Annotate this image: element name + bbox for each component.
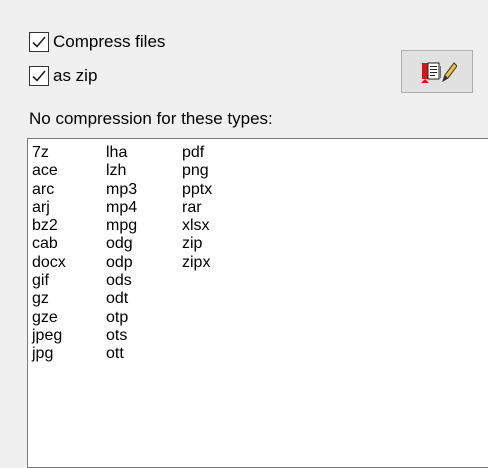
edit-types-button[interactable] [401, 50, 473, 93]
list-item[interactable]: zip [182, 235, 212, 253]
list-item[interactable]: zipx [182, 254, 212, 272]
list-item[interactable]: otp [106, 309, 137, 327]
list-item[interactable]: png [182, 162, 212, 180]
list-item[interactable]: odp [106, 254, 137, 272]
no-compression-types-list[interactable]: 7z ace arc arj bz2 cab docx gif gz gze j… [27, 138, 488, 468]
list-item[interactable]: jpg [32, 345, 66, 363]
list-item[interactable]: ots [106, 327, 137, 345]
list-item[interactable]: gze [32, 309, 66, 327]
list-item[interactable]: arc [32, 181, 66, 199]
list-item[interactable]: pdf [182, 144, 212, 162]
list-item[interactable]: jpeg [32, 327, 66, 345]
types-column-2: lha lzh mp3 mp4 mpg odg odp ods odt otp … [106, 144, 137, 364]
list-item[interactable]: rar [182, 199, 212, 217]
list-item[interactable]: mp4 [106, 199, 137, 217]
list-item[interactable]: ace [32, 162, 66, 180]
types-column-1: 7z ace arc arj bz2 cab docx gif gz gze j… [32, 144, 66, 364]
compress-files-label: Compress files [53, 32, 166, 51]
list-item[interactable]: gz [32, 290, 66, 308]
list-item[interactable]: 7z [32, 144, 66, 162]
list-item[interactable]: arj [32, 199, 66, 217]
list-item[interactable]: mpg [106, 217, 137, 235]
list-item[interactable]: docx [32, 254, 66, 272]
dialog-edge [0, 0, 10, 457]
list-item[interactable]: mp3 [106, 181, 137, 199]
types-column-3: pdf png pptx rar xlsx zip zipx [182, 144, 212, 272]
list-item[interactable]: gif [32, 272, 66, 290]
compress-files-checkbox[interactable]: Compress files [29, 29, 165, 55]
list-item[interactable]: cab [32, 235, 66, 253]
as-zip-label: as zip [53, 66, 98, 85]
no-compression-label: No compression for these types: [29, 109, 273, 128]
list-item[interactable]: ott [106, 345, 137, 363]
list-item[interactable]: lha [106, 144, 137, 162]
compress-files-check-icon [29, 32, 49, 52]
as-zip-check-icon [29, 66, 49, 86]
list-item[interactable]: odt [106, 290, 137, 308]
list-item[interactable]: bz2 [32, 217, 66, 235]
list-item[interactable]: lzh [106, 162, 137, 180]
as-zip-checkbox[interactable]: as zip [29, 63, 97, 89]
list-item[interactable]: pptx [182, 181, 212, 199]
edit-types-icon [421, 61, 457, 83]
list-item[interactable]: ods [106, 272, 137, 290]
list-item[interactable]: odg [106, 235, 137, 253]
list-item[interactable]: xlsx [182, 217, 212, 235]
